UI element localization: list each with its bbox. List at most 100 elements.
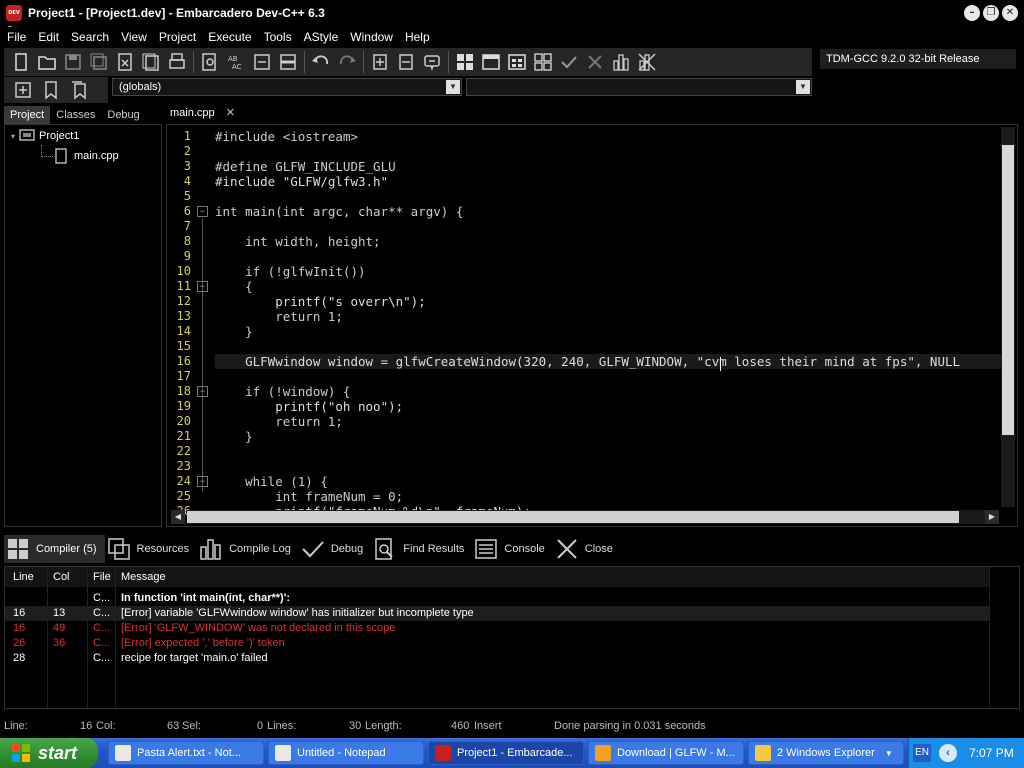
remove-file-icon[interactable] <box>395 51 417 73</box>
column-header-message[interactable]: Message <box>121 571 166 583</box>
toggle-bookmark-icon[interactable] <box>277 51 299 73</box>
table-row[interactable]: 16 49 C... [Error] 'GLFW_WINDOW' was not de… <box>5 621 989 636</box>
table-row[interactable]: 28 C... recipe for target 'main.o' failed <box>5 651 989 666</box>
tab-project[interactable]: Project <box>4 106 51 124</box>
horizontal-scrollbar[interactable] <box>187 510 999 524</box>
scroll-right-icon[interactable]: ▶ <box>985 510 999 524</box>
code-line[interactable]: printf("oh noo"); <box>215 399 403 414</box>
menu-tools[interactable]: Tools <box>259 30 297 44</box>
close-all-icon[interactable] <box>140 51 162 73</box>
chevron-down-icon[interactable]: ▼ <box>796 80 810 94</box>
menu-file[interactable]: File <box>2 30 31 44</box>
close-tab-icon[interactable]: ✕ <box>226 107 235 119</box>
tab-compile-log[interactable]: Compile Log <box>197 535 299 563</box>
start-button[interactable]: start <box>0 738 98 768</box>
delete-profile-icon[interactable] <box>636 51 658 73</box>
code-line[interactable]: #include "GLFW/glfw3.h" <box>215 174 388 189</box>
code-line[interactable]: #define GLFW_INCLUDE_GLU <box>215 159 396 174</box>
insert-icon[interactable] <box>12 79 34 101</box>
find-icon[interactable] <box>199 51 221 73</box>
code-line[interactable]: { <box>215 279 253 294</box>
goto-bookmark-icon[interactable] <box>68 79 90 101</box>
redo-icon[interactable] <box>336 51 358 73</box>
language-indicator[interactable]: EN <box>913 744 931 762</box>
compile-run-icon[interactable] <box>506 51 528 73</box>
globals-combo[interactable]: (globals) ▼ <box>112 78 462 96</box>
code-line[interactable]: if (!window) { <box>215 384 350 399</box>
menu-edit[interactable]: Edit <box>33 30 64 44</box>
members-combo[interactable]: ▼ <box>466 78 812 96</box>
taskbar-item-explorer[interactable]: 2 Windows Explorer ▼ <box>748 741 904 765</box>
tab-debug[interactable]: Debug <box>101 106 145 124</box>
close-file-icon[interactable] <box>114 51 136 73</box>
scroll-left-icon[interactable]: ◀ <box>171 510 185 524</box>
close-button[interactable]: ✕ <box>1002 5 1018 21</box>
tab-console[interactable]: Console <box>472 535 552 563</box>
tree-item-file[interactable]: main.cpp <box>55 148 119 164</box>
code-line[interactable]: } <box>215 429 253 444</box>
vertical-scroll-thumb[interactable] <box>1002 145 1014 435</box>
profile-icon[interactable] <box>610 51 632 73</box>
table-row[interactable]: 26 36 C... [Error] expected ',' before ')' … <box>5 636 989 651</box>
fold-icon[interactable]: − <box>197 281 208 292</box>
menu-window[interactable]: Window <box>345 30 398 44</box>
compile-icon[interactable] <box>454 51 476 73</box>
table-row[interactable]: C... In function 'int main(int, char**)': <box>5 591 989 606</box>
taskbar-item-notepad[interactable]: Untitled - Notepad <box>268 741 424 765</box>
compiler-select[interactable]: TDM-GCC 9.2.0 32-bit Release <box>820 49 1016 69</box>
code-line[interactable]: return 1; <box>215 414 343 429</box>
code-line[interactable]: } <box>215 324 253 339</box>
syntax-check-icon[interactable] <box>558 51 580 73</box>
close-panel-button[interactable]: Close <box>553 535 621 563</box>
run-icon[interactable] <box>480 51 502 73</box>
fold-icon[interactable]: − <box>197 386 208 397</box>
menu-view[interactable]: View <box>116 30 152 44</box>
menu-help[interactable]: Help <box>400 30 435 44</box>
new-file-icon[interactable] <box>10 51 32 73</box>
menu-search[interactable]: Search <box>66 30 114 44</box>
clock[interactable]: 7:07 PM <box>969 746 1014 760</box>
fold-icon[interactable]: − <box>197 476 208 487</box>
tray-expand-icon[interactable]: ‹ <box>939 744 957 762</box>
code-line[interactable]: int width, height; <box>215 234 380 249</box>
tab-resources[interactable]: Resources <box>105 535 198 563</box>
chevron-down-icon[interactable]: ▼ <box>446 80 460 94</box>
code-line[interactable]: #include <iostream> <box>215 129 358 144</box>
code-line[interactable]: if (!glfwInit()) <box>215 264 365 279</box>
taskbar-item-pasta-alert[interactable]: Pasta Alert.txt - Not... <box>108 741 264 765</box>
undo-icon[interactable] <box>310 51 332 73</box>
tab-compiler[interactable]: Compiler (5) <box>4 535 105 563</box>
new-project-icon[interactable] <box>369 51 391 73</box>
rebuild-all-icon[interactable] <box>532 51 554 73</box>
code-line[interactable]: return 1; <box>215 309 343 324</box>
code-line[interactable]: GLFWwindow window = glfwCreateWindow(320… <box>215 354 1015 369</box>
replace-icon[interactable]: AB AC <box>225 51 247 73</box>
tab-classes[interactable]: Classes <box>50 106 101 124</box>
column-header-col[interactable]: Col <box>53 571 70 583</box>
vertical-scrollbar[interactable] <box>1001 127 1015 507</box>
open-folder-icon[interactable] <box>36 51 58 73</box>
chevron-down-icon[interactable]: ▼ <box>885 749 893 758</box>
goto-line-icon[interactable] <box>251 51 273 73</box>
tab-main-cpp[interactable]: main.cpp ✕ <box>170 106 241 119</box>
minimize-button[interactable]: – <box>964 5 980 21</box>
taskbar-item-browser[interactable]: Download | GLFW - M... <box>588 741 744 765</box>
bookmark-icon[interactable] <box>40 79 62 101</box>
column-header-file[interactable]: File <box>93 571 111 583</box>
code-line[interactable]: int frameNum = 0; <box>215 489 403 504</box>
code-line[interactable]: int main(int argc, char** argv) { <box>215 204 463 219</box>
taskbar-item-devcpp[interactable]: Project1 - Embarcade... <box>428 741 584 765</box>
project-options-icon[interactable] <box>421 51 443 73</box>
fold-icon[interactable]: − <box>197 206 208 217</box>
menu-astyle[interactable]: AStyle <box>299 30 344 44</box>
code-line[interactable]: while (1) { <box>215 474 328 489</box>
code-editor[interactable]: 1 2 3 4 5 6 7 8 9 10 11 12 13 14 15 16 17 18 19 20 21 22 23 24 2… <box>166 124 1018 527</box>
table-row[interactable]: 16 13 C... [Error] variable 'GLFWwindow win… <box>5 606 989 621</box>
print-icon[interactable] <box>166 51 188 73</box>
restore-button[interactable]: ❐ <box>983 5 999 21</box>
save-all-icon[interactable] <box>88 51 110 73</box>
save-icon[interactable] <box>62 51 84 73</box>
tab-find-results[interactable]: Find Results <box>371 535 472 563</box>
menu-execute[interactable]: Execute <box>203 30 256 44</box>
column-header-line[interactable]: Line <box>13 571 34 583</box>
